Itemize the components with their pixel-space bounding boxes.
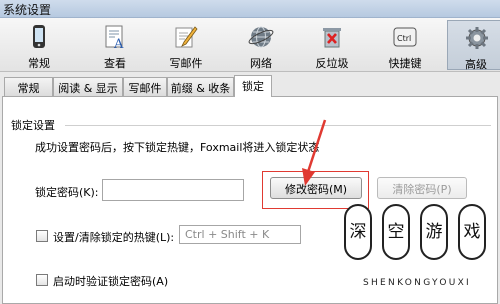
section-title: 锁定设置 bbox=[11, 119, 55, 132]
toolbar-shortcuts[interactable]: Ctrl 快捷键 bbox=[376, 20, 434, 70]
password-input[interactable] bbox=[102, 179, 244, 201]
watermark-logo: 深 空 游 戏 SHENKONGYOUXI bbox=[342, 204, 492, 294]
password-label: 锁定密码(K): bbox=[35, 186, 99, 199]
toolbar-general[interactable]: 常规 bbox=[10, 20, 68, 70]
tab-bar: 常规 阅读 & 显示 写邮件 前缀 & 收条 锁定 bbox=[0, 75, 500, 97]
gear-icon bbox=[466, 27, 488, 49]
toolbar-compose[interactable]: 写邮件 bbox=[157, 20, 215, 70]
clear-password-button[interactable]: 清除密码(P) bbox=[377, 177, 467, 199]
phone-icon bbox=[33, 25, 45, 48]
hotkey-checkbox[interactable] bbox=[36, 230, 48, 242]
startup-verify-checkbox[interactable] bbox=[36, 274, 48, 286]
section-divider bbox=[65, 125, 491, 126]
startup-verify-label: 启动时验证锁定密码(A) bbox=[53, 275, 169, 288]
tab-lock[interactable]: 锁定 bbox=[234, 75, 272, 97]
toolbar-advanced[interactable]: 高级 bbox=[447, 20, 500, 71]
hotkey-label: 设置/清除锁定的热键(L): bbox=[53, 231, 175, 244]
watermark-char-4: 戏 bbox=[458, 204, 486, 260]
trash-x-icon bbox=[323, 28, 341, 48]
toolbar-network[interactable]: 网络 bbox=[232, 20, 290, 70]
watermark-char-3: 游 bbox=[420, 204, 448, 260]
settings-toolbar: 常规 A 查看 写邮件 网络 反垃圾 Ctrl 快捷键 高级 bbox=[0, 18, 500, 72]
tab-prefix-receipt[interactable]: 前缀 & 收条 bbox=[167, 77, 234, 96]
tab-general[interactable]: 常规 bbox=[4, 77, 53, 96]
tab-read-display[interactable]: 阅读 & 显示 bbox=[53, 77, 123, 96]
document-font-icon: A bbox=[105, 25, 124, 50]
svg-text:Ctrl: Ctrl bbox=[397, 34, 411, 43]
watermark-text: SHENKONGYOUXI bbox=[362, 278, 472, 288]
toolbar-view[interactable]: A 查看 bbox=[86, 20, 144, 70]
red-arrow-annotation bbox=[302, 119, 327, 186]
watermark-char-2: 空 bbox=[382, 204, 410, 260]
settings-window: 系统设置 常规 A 查看 写邮件 网络 反垃圾 Ctrl 快捷键 高级 常规 阅… bbox=[0, 0, 500, 304]
tab-compose[interactable]: 写邮件 bbox=[123, 77, 167, 96]
watermark-char-1: 深 bbox=[344, 204, 372, 260]
lock-description: 成功设置密码后，按下锁定热键，Foxmail将进入锁定状态 bbox=[35, 141, 320, 154]
toolbar-antispam[interactable]: 反垃圾 bbox=[303, 20, 361, 70]
globe-icon bbox=[248, 26, 274, 48]
title-bar: 系统设置 bbox=[0, 0, 500, 18]
pencil-paper-icon bbox=[175, 26, 198, 48]
hotkey-input[interactable]: Ctrl + Shift + K bbox=[179, 225, 301, 244]
svg-text:A: A bbox=[113, 37, 124, 50]
ctrl-key-icon: Ctrl bbox=[393, 27, 417, 47]
window-title: 系统设置 bbox=[3, 3, 52, 17]
